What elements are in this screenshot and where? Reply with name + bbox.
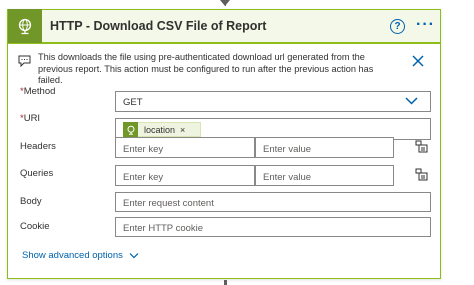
queries-key-input[interactable]: Enter key (115, 165, 255, 186)
chevron-down-icon (129, 253, 139, 259)
cookie-label: Cookie (20, 221, 50, 232)
method-value: GET (123, 97, 143, 108)
queries-label: Queries (20, 168, 54, 179)
headers-value-placeholder: Enter value (263, 144, 312, 155)
headers-value-input[interactable]: Enter value (255, 137, 394, 158)
body-label: Body (20, 196, 42, 207)
globe-icon (8, 9, 42, 43)
cookie-input[interactable]: Enter HTTP cookie (115, 217, 431, 237)
connector-line-bottom (224, 280, 227, 285)
card-header[interactable]: HTTP - Download CSV File of Report ? ··· (8, 9, 440, 44)
uri-label-text: URI (23, 113, 41, 124)
headers-key-input[interactable]: Enter key (115, 137, 255, 158)
help-button[interactable]: ? (390, 19, 405, 34)
queries-value-placeholder: Enter value (263, 172, 312, 183)
comment-icon (18, 54, 31, 72)
switch-to-text-mode-icon[interactable] (415, 168, 428, 186)
body-input[interactable]: Enter request content (115, 192, 431, 212)
advanced-options-label: Show advanced options (22, 250, 123, 261)
uri-label: *URI (20, 113, 40, 124)
http-action-card: HTTP - Download CSV File of Report ? ···… (7, 9, 441, 279)
headers-key-placeholder: Enter key (123, 144, 164, 155)
chevron-down-icon[interactable] (405, 96, 418, 109)
globe-icon (123, 122, 138, 137)
cookie-placeholder: Enter HTTP cookie (123, 223, 204, 234)
token-label: location (144, 124, 176, 135)
connector-arrow (220, 0, 230, 6)
headers-label: Headers (20, 141, 56, 152)
queries-value-input[interactable]: Enter value (255, 165, 394, 186)
method-label-text: Method (23, 86, 56, 97)
body-placeholder: Enter request content (123, 198, 214, 209)
info-banner: This downloads the file using pre-authen… (8, 48, 440, 85)
info-text: This downloads the file using pre-authen… (38, 52, 374, 85)
location-token[interactable]: location × (123, 122, 201, 137)
switch-to-text-mode-icon[interactable] (415, 140, 428, 158)
action-title[interactable]: HTTP - Download CSV File of Report (50, 19, 266, 33)
method-dropdown[interactable]: GET (115, 91, 431, 112)
queries-key-placeholder: Enter key (123, 172, 164, 183)
show-advanced-options-link[interactable]: Show advanced options (22, 250, 139, 261)
method-label: *Method (20, 86, 55, 97)
remove-token-icon[interactable]: × (180, 125, 185, 135)
close-icon[interactable] (412, 54, 424, 72)
more-options-button[interactable]: ··· (416, 17, 435, 33)
